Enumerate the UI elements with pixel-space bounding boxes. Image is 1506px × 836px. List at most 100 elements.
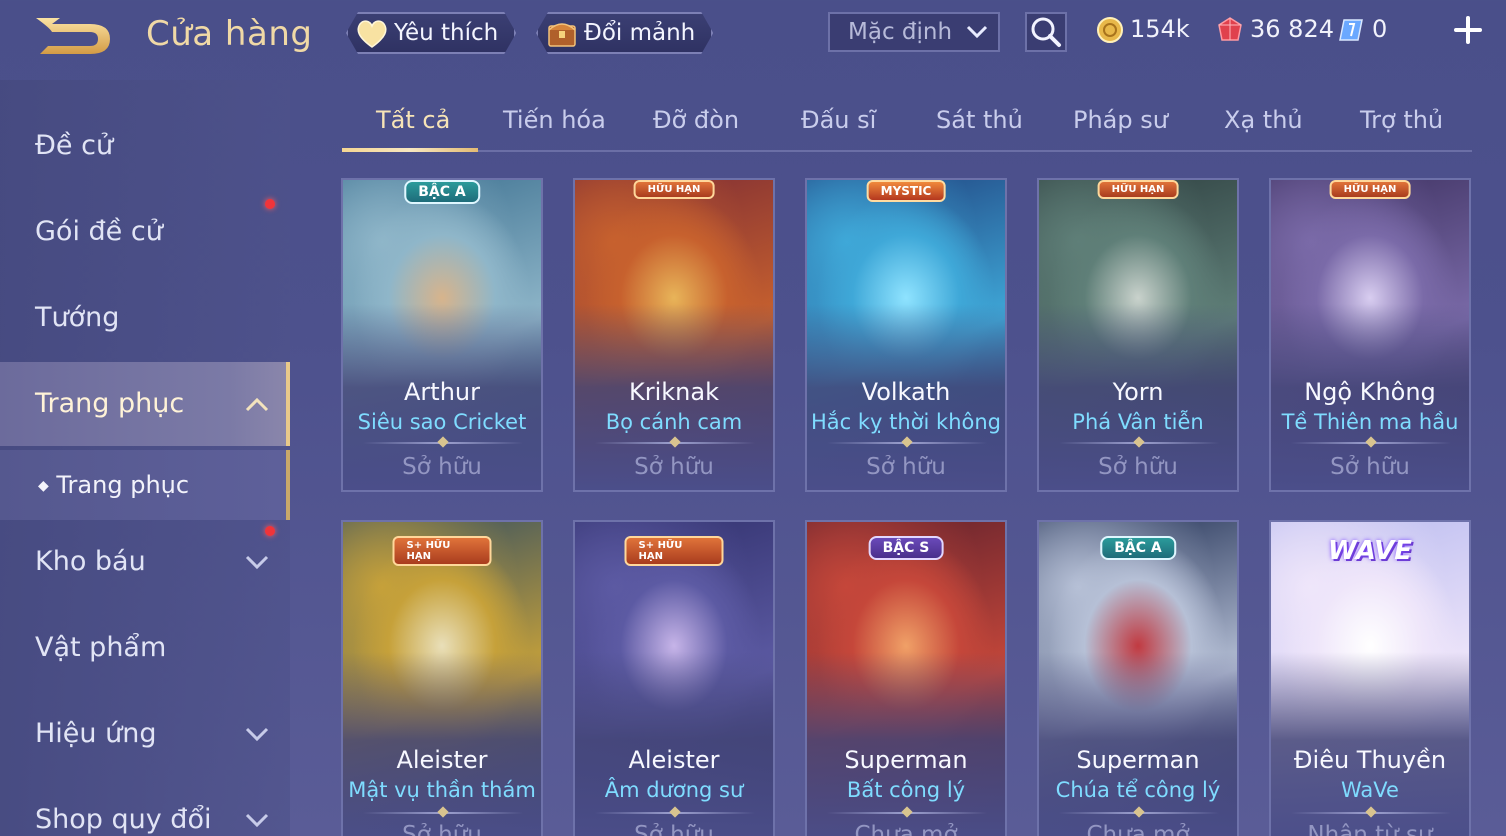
sidebar-item-label: Trang phục	[35, 388, 185, 419]
skin-name: Tề Thiên ma hầu	[1281, 410, 1459, 434]
heart-icon	[354, 16, 390, 50]
skin-card[interactable]: BẬC A Arthur Siêu sao Cricket Sở hữu	[341, 178, 543, 492]
tab-assassin[interactable]: Sát thủ	[936, 106, 1023, 146]
sidebar-item-label: Kho báu	[35, 546, 146, 577]
card-divider	[595, 442, 755, 444]
sidebar-item-label: Đề cử	[35, 130, 114, 161]
gold-coin-icon	[1097, 17, 1123, 43]
tab-marksman[interactable]: Xạ thủ	[1224, 106, 1303, 146]
skin-name: Siêu sao Cricket	[357, 410, 527, 434]
rarity-badge: S+ HỮU HẠN	[392, 536, 492, 566]
rarity-badge: HỮU HẠN	[633, 180, 715, 199]
favorite-label: Yêu thích	[394, 20, 499, 46]
favorite-button[interactable]: Yêu thích	[346, 12, 516, 54]
skin-card[interactable]: MYSTIC Volkath Hắc kỵ thời không Sở hữu	[805, 178, 1007, 492]
skin-card[interactable]: BẬC A Superman Chúa tể công lý Chưa mở	[1037, 520, 1239, 836]
skin-card[interactable]: S+ HỮU HẠN Aleister Mật vụ thần thám Sở hữu	[341, 520, 543, 836]
tab-all[interactable]: Tất cả	[376, 106, 450, 146]
sidebar-subitem-label: Trang phục	[56, 471, 190, 499]
exchange-label: Đổi mảnh	[584, 20, 696, 46]
skin-name: Chúa tể công lý	[1055, 778, 1221, 802]
card-divider	[363, 442, 523, 444]
search-icon	[1031, 17, 1061, 47]
hero-name: Superman	[844, 746, 968, 774]
skin-name: WaVe	[1341, 778, 1399, 802]
rarity-badge: S+ HỮU HẠN	[624, 536, 724, 566]
sidebar-item-items[interactable]: Vật phẩm	[0, 606, 290, 690]
voucher-icon	[1339, 19, 1363, 41]
chevron-down-icon	[966, 25, 988, 39]
hero-name: Superman	[1076, 746, 1200, 774]
sidebar-item-label: Hiệu ứng	[35, 718, 157, 749]
ownership-status: Chưa mở	[1086, 822, 1190, 836]
skin-card[interactable]: S+ HỮU HẠN Aleister Âm dương sư Sở hữu	[573, 520, 775, 836]
sidebar-item-skins[interactable]: Trang phục	[0, 362, 290, 446]
hero-name: Arthur	[404, 378, 480, 406]
chevron-down-icon	[245, 727, 269, 742]
sidebar-item-recommended-packs[interactable]: Gói đề cử	[0, 190, 290, 274]
skin-name: Hắc kỵ thời không	[810, 410, 1001, 434]
gold-amount: 154k	[1130, 15, 1190, 43]
sidebar-subitem-skins[interactable]: ◆ Trang phục	[0, 450, 290, 520]
sidebar-item-recommended[interactable]: Đề cử	[0, 104, 290, 188]
exchange-fragments-button[interactable]: Đổi mảnh	[536, 12, 713, 54]
sidebar-item-label: Tướng	[35, 302, 120, 333]
card-divider	[1059, 812, 1219, 814]
skin-card[interactable]: HỮU HẠN Kriknak Bọ cánh cam Sở hữu	[573, 178, 775, 492]
hero-name: Điêu Thuyền	[1293, 746, 1447, 774]
gold-currency: 154k	[1096, 14, 1190, 44]
skin-name: Bọ cánh cam	[605, 410, 743, 434]
ownership-status: Sở hữu	[634, 822, 714, 836]
card-divider	[1291, 812, 1451, 814]
hero-name: Aleister	[628, 746, 720, 774]
skin-name: Mật vụ thần thám	[348, 778, 536, 802]
sidebar-item-label: Gói đề cử	[35, 216, 163, 247]
rarity-badge: HỮU HẠN	[1329, 180, 1411, 199]
tab-evolution[interactable]: Tiến hóa	[503, 106, 606, 146]
chevron-down-icon	[245, 813, 269, 828]
ownership-status: Sở hữu	[634, 454, 714, 480]
skin-card[interactable]: BẬC S Superman Bất công lý Chưa mở	[805, 520, 1007, 836]
tab-support[interactable]: Trợ thủ	[1360, 106, 1443, 146]
chevron-down-icon	[245, 555, 269, 570]
sidebar-item-exchange-shop[interactable]: Shop quy đổi	[0, 778, 290, 836]
card-divider	[827, 812, 987, 814]
page-title: Cửa hàng	[146, 14, 313, 54]
skin-name: Phá Vân tiễn	[1072, 410, 1204, 434]
gem-amount: 36 824	[1250, 15, 1334, 43]
voucher-currency: 0	[1338, 14, 1387, 44]
ownership-status: Sở hữu	[1330, 454, 1410, 480]
sidebar-item-treasure[interactable]: Kho báu	[0, 520, 290, 604]
sidebar-item-label: Shop quy đổi	[35, 804, 212, 835]
skin-card[interactable]: HỮU HẠN Ngộ Không Tề Thiên ma hầu Sở hữu	[1269, 178, 1471, 492]
sidebar-item-label: Vật phẩm	[35, 632, 167, 663]
ownership-status: Sở hữu	[1098, 454, 1178, 480]
plus-icon[interactable]	[1452, 14, 1484, 46]
rarity-badge: HỮU HẠN	[1097, 180, 1179, 199]
tab-tank[interactable]: Đỡ đòn	[653, 106, 739, 146]
ownership-status: Chưa mở	[854, 822, 958, 836]
chevron-up-icon	[245, 397, 269, 412]
tab-mage[interactable]: Pháp sư	[1073, 106, 1168, 146]
sidebar-item-effects[interactable]: Hiệu ứng	[0, 692, 290, 776]
gem-currency: 36 824	[1216, 14, 1334, 44]
search-button[interactable]	[1025, 12, 1067, 52]
sort-dropdown[interactable]: Mặc định	[828, 12, 1000, 52]
skin-card[interactable]: WAVE Điêu Thuyền WaVe Nhận từ sự	[1269, 520, 1471, 836]
skin-name: Bất công lý	[846, 778, 966, 802]
ownership-status: Nhận từ sự	[1307, 822, 1433, 836]
hero-name: Yorn	[1112, 378, 1164, 406]
tab-fighter[interactable]: Đấu sĩ	[801, 106, 876, 146]
skin-card[interactable]: HỮU HẠN Yorn Phá Vân tiễn Sở hữu	[1037, 178, 1239, 492]
ownership-status: Sở hữu	[402, 822, 482, 836]
active-tab-indicator	[342, 148, 478, 152]
hero-name: Aleister	[396, 746, 488, 774]
bullet-diamond-icon: ◆	[38, 478, 49, 494]
skin-name: Âm dương sư	[604, 778, 744, 802]
treasure-chest-icon	[544, 16, 580, 50]
back-arrow-icon[interactable]	[30, 18, 120, 60]
top-bar: Cửa hàng Yêu thích Đổi mảnh Mặc định 154…	[0, 0, 1506, 80]
sidebar-item-heroes[interactable]: Tướng	[0, 276, 290, 360]
sort-value: Mặc định	[848, 19, 953, 45]
card-divider	[1291, 442, 1451, 444]
